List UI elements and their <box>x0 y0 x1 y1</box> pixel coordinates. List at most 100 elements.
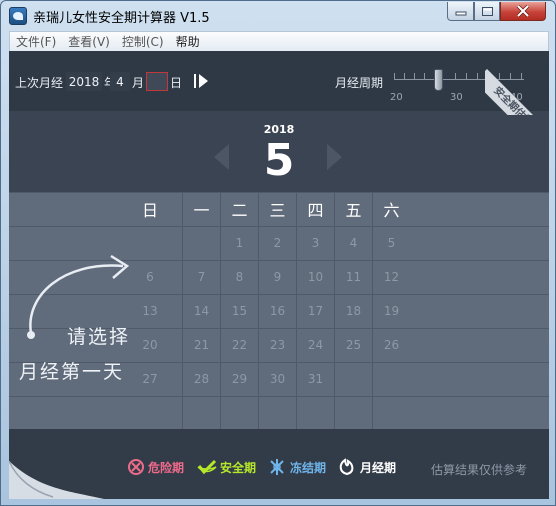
calendar-day-cell[interactable]: 15 <box>221 294 258 328</box>
calendar-day-cell[interactable]: 10 <box>297 260 334 294</box>
minimize-icon <box>455 11 466 16</box>
menu-file[interactable]: 文件(F) <box>10 33 62 50</box>
calendar-day-cell[interactable]: 24 <box>297 328 334 362</box>
calendar-day-cell[interactable]: 11 <box>335 260 372 294</box>
frozen-icon <box>270 459 284 475</box>
weekday-header: 二 <box>231 201 248 220</box>
calendar-day-cell[interactable]: 7 <box>183 260 220 294</box>
title-bar[interactable]: 亲瑞儿女性安全期计算器 V1.5 <box>1 1 555 31</box>
next-month-arrow-icon[interactable] <box>327 144 342 170</box>
slider-tick <box>414 73 415 79</box>
weekday-header: 三 <box>269 201 286 220</box>
calendar-day-cell[interactable]: 9 <box>259 260 296 294</box>
weekday-header: 五 <box>345 201 362 220</box>
calendar-day-cell[interactable] <box>373 362 410 396</box>
calendar-day-cell[interactable]: 27 <box>131 362 169 396</box>
year-input[interactable]: 2018 <box>66 72 102 91</box>
calendar-day-cell[interactable]: 25 <box>335 328 372 362</box>
calculator-panel: 上次月经 2018 年 4 月 日 月经周期 20 30 40 安全期估算 20… <box>9 51 549 499</box>
legend-danger-label: 危险期 <box>148 460 185 475</box>
calendar-day-cell[interactable] <box>335 362 372 396</box>
calendar-month: 5 <box>263 135 295 186</box>
legend-danger: 危险期 <box>127 458 184 476</box>
last-period-label: 上次月经 <box>15 76 64 90</box>
legend-frozen-label: 冻结期 <box>290 460 327 475</box>
legend-safe-label: 安全期 <box>220 460 257 475</box>
slider-tick <box>394 73 395 79</box>
calendar-day-cell[interactable]: 31 <box>297 362 334 396</box>
calendar-day-cell[interactable] <box>259 396 296 430</box>
cycle-slider-thumb[interactable] <box>434 69 443 91</box>
calendar-day-cell[interactable] <box>297 396 334 430</box>
weekday-header: 日 <box>141 201 158 220</box>
menu-view[interactable]: 查看(V) <box>62 33 116 50</box>
slider-tick <box>466 73 467 79</box>
calendar-day-cell[interactable]: 3 <box>297 226 334 260</box>
window-title: 亲瑞儿女性安全期计算器 V1.5 <box>33 11 210 26</box>
slider-tick <box>404 73 405 79</box>
calendar-day-cell[interactable]: 19 <box>373 294 410 328</box>
slider-tick <box>455 73 456 79</box>
page-curl-icon <box>9 461 104 499</box>
app-icon <box>9 7 27 25</box>
legend-frozen: 冻结期 <box>267 458 326 476</box>
legend-safe: 安全期 <box>197 458 256 476</box>
corner-banner: 安全期估算 <box>485 51 549 115</box>
weekday-header: 六 <box>383 201 400 220</box>
slider-tick <box>477 73 478 79</box>
maximize-icon <box>481 6 493 16</box>
calendar-day-cell[interactable]: 30 <box>259 362 296 396</box>
hint-line-1: 请选择 <box>67 326 131 348</box>
calendar-day-cell[interactable]: 16 <box>259 294 296 328</box>
month-input[interactable]: 4 <box>110 72 130 91</box>
menu-bar: 文件(F) 查看(V) 控制(C) 帮助 <box>9 31 549 51</box>
prev-month-arrow-icon[interactable] <box>214 144 229 170</box>
calendar-day-cell[interactable] <box>183 226 220 260</box>
play-icon[interactable] <box>193 73 209 89</box>
cycle-label: 月经周期 <box>335 76 384 90</box>
calendar-day-cell[interactable]: 18 <box>335 294 372 328</box>
cycle-tick-label: 30 <box>450 92 463 103</box>
calendar-day-cell[interactable]: 12 <box>373 260 410 294</box>
menu-control[interactable]: 控制(C) <box>116 33 170 50</box>
period-icon <box>339 458 354 476</box>
calendar-day-cell[interactable] <box>373 396 410 430</box>
calendar-day-cell[interactable]: 28 <box>183 362 220 396</box>
cycle-tick-label: 20 <box>390 92 403 103</box>
calendar-day-cell[interactable]: 1 <box>221 226 258 260</box>
minimize-button[interactable] <box>447 2 474 21</box>
hint-line-2: 月经第一天 <box>19 361 125 383</box>
disclaimer-text: 估算结果仅供参考 <box>431 463 528 477</box>
calendar-day-cell[interactable]: 5 <box>373 226 410 260</box>
legend-period: 月经期 <box>339 458 396 476</box>
day-input[interactable] <box>146 72 168 91</box>
app-window: 亲瑞儿女性安全期计算器 V1.5 文件(F) 查看(V) 控制(C) 帮助 上次… <box>0 0 556 506</box>
safe-icon <box>197 459 217 475</box>
maximize-button[interactable] <box>474 2 500 21</box>
calendar-day-cell[interactable]: 23 <box>259 328 296 362</box>
corner-banner-text: 安全期估算 <box>485 69 549 115</box>
calendar-day-cell[interactable]: 8 <box>221 260 258 294</box>
weekday-header: 四 <box>307 201 324 220</box>
close-icon <box>516 5 530 17</box>
day-unit-label: 日 <box>170 76 183 90</box>
calendar-day-cell[interactable]: 17 <box>297 294 334 328</box>
calendar-day-cell[interactable]: 29 <box>221 362 258 396</box>
calendar-day-cell[interactable] <box>183 396 220 430</box>
calendar-day-cell[interactable]: 22 <box>221 328 258 362</box>
menu-help[interactable]: 帮助 <box>170 33 206 50</box>
calendar-day-cell[interactable] <box>335 396 372 430</box>
calendar-day-cell[interactable]: 2 <box>259 226 296 260</box>
calendar-day-cell[interactable]: 21 <box>183 328 220 362</box>
calendar-day-cell[interactable] <box>221 396 258 430</box>
calendar-day-cell[interactable] <box>131 396 169 430</box>
legend-period-label: 月经期 <box>360 460 397 475</box>
slider-tick <box>424 73 425 79</box>
weekday-header: 一 <box>193 201 210 220</box>
month-unit-label: 月 <box>132 76 145 90</box>
calendar-day-cell[interactable]: 14 <box>183 294 220 328</box>
calendar-day-cell[interactable]: 4 <box>335 226 372 260</box>
danger-icon <box>128 459 144 475</box>
close-button[interactable] <box>500 2 546 21</box>
calendar-day-cell[interactable]: 26 <box>373 328 410 362</box>
